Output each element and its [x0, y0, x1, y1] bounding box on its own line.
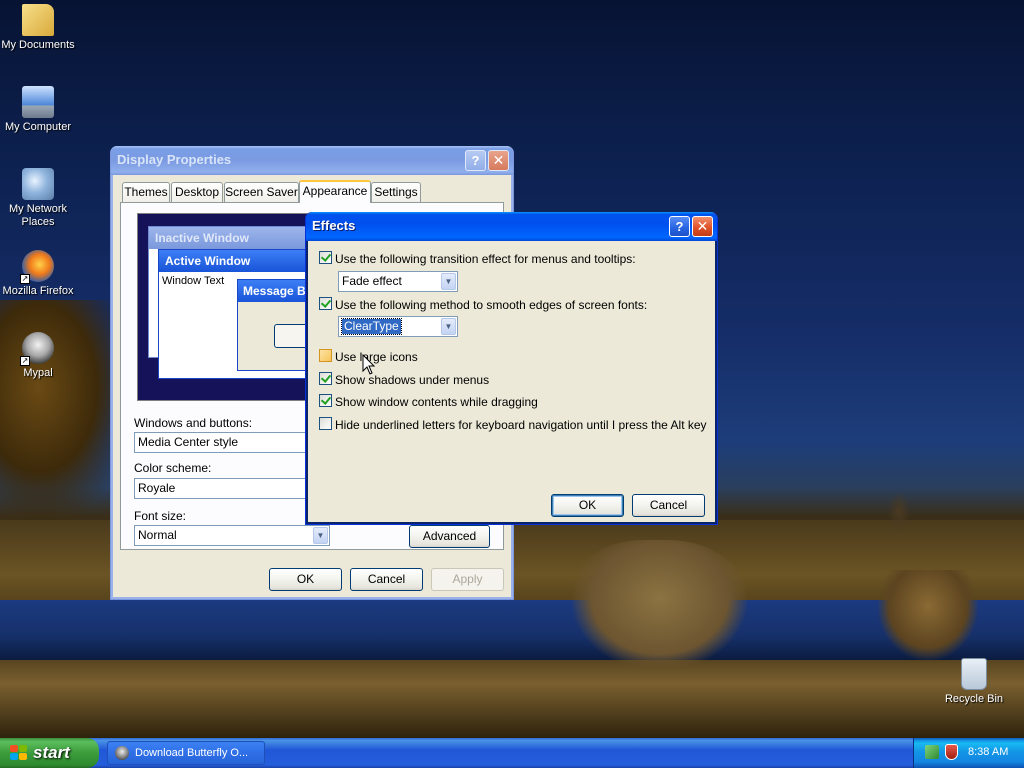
smooth-edges-select[interactable]: ClearType ▼ [338, 316, 458, 337]
desktop-icon-mypal[interactable]: ↗ Mypal [0, 332, 78, 380]
network-tray-icon[interactable] [925, 745, 939, 759]
checkbox-checked-icon[interactable] [319, 297, 332, 311]
computer-icon [22, 86, 54, 118]
color-scheme-label: Color scheme: [134, 461, 212, 475]
windows-buttons-value: Media Center style [138, 435, 239, 449]
hide-underlined-checkbox[interactable]: Hide underlined letters for keyboard nav… [319, 417, 707, 433]
desktop-icon-label: Mozilla Firefox [2, 285, 74, 297]
font-size-select[interactable]: Normal ▼ [134, 525, 330, 546]
wallpaper-waterhole [0, 600, 1024, 660]
desktop-icon-mozilla-firefox[interactable]: ↗ Mozilla Firefox [0, 250, 78, 298]
menu-shadows-checkbox[interactable]: Show shadows under menus [319, 372, 489, 388]
tab-screen-saver[interactable]: Screen Saver [224, 182, 299, 202]
help-button[interactable]: ? [669, 216, 690, 237]
shortcut-arrow-icon: ↗ [20, 356, 30, 366]
network-places-icon [22, 168, 54, 200]
checkbox-checked-icon[interactable] [319, 251, 332, 265]
checkbox-label: Use the following transition effect for … [335, 251, 636, 266]
firefox-icon: ↗ [20, 250, 54, 284]
chevron-down-icon[interactable]: ▼ [441, 318, 456, 335]
effects-titlebar[interactable]: Effects ? ✕ [306, 212, 717, 241]
transition-effect-checkbox[interactable]: Use the following transition effect for … [319, 251, 636, 267]
taskbar: start Download Butterfly O... 8:38 AM [0, 738, 1024, 768]
tab-appearance[interactable]: Appearance [299, 180, 371, 203]
desktop-icon-label: My Computer [4, 121, 72, 133]
system-tray: 8:38 AM [913, 738, 1024, 768]
taskbar-item-label: Download Butterfly O... [135, 747, 249, 759]
taskbar-item[interactable]: Download Butterfly O... [107, 741, 265, 765]
mypal-icon: ↗ [20, 332, 54, 366]
clock[interactable]: 8:38 AM [968, 746, 1008, 758]
desktop-icon-label: My Documents [1, 39, 75, 51]
desktop-icon-my-documents[interactable]: My Documents [0, 4, 78, 52]
windows-buttons-select[interactable]: Media Center style [134, 432, 314, 453]
checkbox-label: Show shadows under menus [335, 372, 490, 387]
tab-desktop[interactable]: Desktop [171, 182, 223, 202]
mouse-pointer-icon [362, 354, 376, 375]
checkbox-checked-icon[interactable] [319, 372, 332, 386]
display-properties-titlebar[interactable]: Display Properties ? ✕ [111, 146, 513, 175]
effects-ok-button[interactable]: OK [551, 494, 624, 517]
smooth-edges-value: ClearType [341, 318, 402, 335]
color-scheme-value: Royale [138, 481, 176, 495]
cancel-button[interactable]: Cancel [350, 568, 423, 591]
smooth-edges-checkbox[interactable]: Use the following method to smooth edges… [319, 297, 647, 313]
windows-flag-icon [10, 745, 28, 761]
transition-effect-select[interactable]: Fade effect ▼ [338, 271, 458, 292]
checkbox-label: Hide underlined letters for keyboard nav… [335, 417, 707, 432]
recycle-bin-icon [961, 658, 987, 690]
window-title: Display Properties [117, 152, 232, 167]
apply-button[interactable]: Apply [431, 568, 504, 591]
desktop-icon-label: My Network Places [8, 203, 68, 228]
desktop-icon-label: Mypal [23, 367, 53, 379]
folder-documents-icon [22, 4, 54, 36]
ok-button[interactable]: OK [269, 568, 342, 591]
help-button[interactable]: ? [465, 150, 486, 171]
wallpaper-giraffe-distant [888, 492, 910, 532]
desktop-icon-my-network-places[interactable]: My Network Places [0, 168, 78, 229]
checkbox-label: Use large icons [335, 349, 418, 364]
wallpaper-giraffe [878, 570, 978, 660]
chevron-down-icon[interactable]: ▼ [441, 273, 456, 290]
security-shield-icon[interactable] [945, 744, 958, 760]
transition-effect-value: Fade effect [342, 274, 402, 288]
checkbox-label: Use the following method to smooth edges… [335, 297, 648, 312]
start-button[interactable]: start [0, 738, 99, 768]
font-size-value: Normal [138, 528, 177, 542]
mypal-icon [115, 746, 129, 760]
checkbox-unchecked-icon[interactable] [319, 349, 332, 363]
windows-buttons-label: Windows and buttons: [134, 416, 253, 430]
tab-themes[interactable]: Themes [122, 182, 170, 202]
drag-contents-checkbox[interactable]: Show window contents while dragging [319, 394, 538, 410]
advanced-button[interactable]: Advanced [409, 525, 490, 548]
close-button[interactable]: ✕ [488, 150, 509, 171]
checkbox-label: Show window contents while dragging [335, 394, 538, 409]
chevron-down-icon[interactable]: ▼ [313, 527, 328, 544]
close-button[interactable]: ✕ [692, 216, 713, 237]
shortcut-arrow-icon: ↗ [20, 274, 30, 284]
checkbox-checked-icon[interactable] [319, 394, 332, 408]
wallpaper-elephant [572, 540, 747, 670]
desktop-icon-label: Recycle Bin [944, 693, 1004, 705]
desktop-icon-recycle-bin[interactable]: Recycle Bin [934, 658, 1014, 706]
checkbox-unchecked-icon[interactable] [319, 417, 332, 431]
start-label: start [33, 743, 70, 762]
color-scheme-select[interactable]: Royale [134, 478, 314, 499]
effects-cancel-button[interactable]: Cancel [632, 494, 705, 517]
font-size-label: Font size: [134, 509, 187, 523]
desktop-icon-my-computer[interactable]: My Computer [0, 86, 78, 134]
tab-settings[interactable]: Settings [371, 182, 421, 202]
effects-title: Effects [312, 218, 356, 233]
